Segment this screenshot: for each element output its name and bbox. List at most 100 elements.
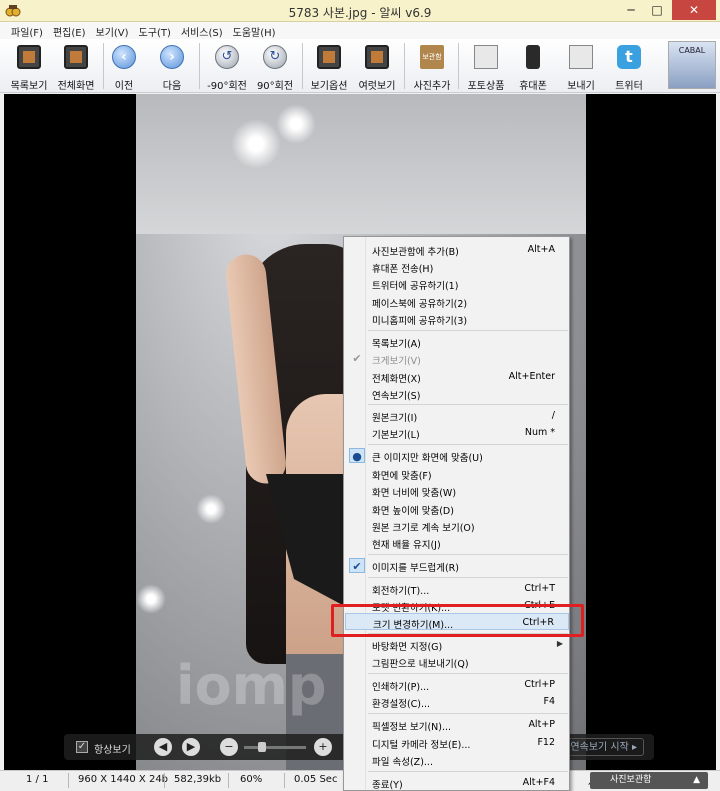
menu-item-fullscreen[interactable]: 전체화면(X) Alt+Enter <box>345 368 569 385</box>
multi-view-button[interactable]: 여럿보기 <box>352 41 402 92</box>
maximize-button[interactable]: □ <box>644 0 670 20</box>
menu-item-keep-original[interactable]: 원본 크기로 계속 보기(O) <box>345 517 569 534</box>
always-view-checkbox[interactable]: ✓ <box>76 741 88 753</box>
menu-item-share-facebook[interactable]: 페이스북에 공유하기(2) <box>345 293 569 310</box>
rotate-right-button[interactable]: ↻ 90°회전 <box>250 41 300 92</box>
rotate-right-icon: ↻ <box>263 45 287 69</box>
watermark: iomp <box>176 654 327 717</box>
twitter-button[interactable]: t 트위터 <box>604 41 654 92</box>
menu-item-fit-width[interactable]: 화면 너비에 맞춤(W) <box>345 482 569 499</box>
zoom-slider-thumb[interactable] <box>258 742 266 752</box>
send-icon <box>569 45 593 69</box>
menu-item-send-mobile[interactable]: 휴대폰 전송(H) <box>345 258 569 275</box>
menu-item-export-paint[interactable]: 그림판으로 내보내기(Q) <box>345 653 569 670</box>
status-separator <box>284 773 285 788</box>
menu-item-label: 화면에 맞춤(F) <box>372 471 432 482</box>
twitter-icon: t <box>617 45 641 69</box>
menu-item-settings[interactable]: 환경설정(C)... F4 <box>345 693 569 710</box>
menu-item-large-view: ✔ 크게보기(V) <box>345 350 569 367</box>
zoom-slider[interactable] <box>244 746 306 749</box>
menu-item-label: 페이스북에 공유하기(2) <box>372 299 468 310</box>
zoom-out-button[interactable]: − <box>220 738 238 756</box>
menu-item-share-minihompy[interactable]: 미니홈피에 공유하기(3) <box>345 310 569 327</box>
menu-item-label: 휴대폰 전송(H) <box>372 264 434 275</box>
menu-item-default-view[interactable]: 기본보기(L) Num * <box>345 424 569 441</box>
menu-item-smooth-image[interactable]: ✔ 이미지를 부드럽게(R) <box>345 557 569 574</box>
menu-item-label: 사진보관함에 추가(B) <box>372 247 459 258</box>
zoom-in-button[interactable]: + <box>314 738 332 756</box>
menu-item-shortcut: F12 <box>537 737 555 748</box>
slideshow-start-button[interactable]: 연속보기 시작 ▸ <box>563 738 644 756</box>
add-photo-button[interactable]: 보관함 사진추가 <box>407 41 457 92</box>
check-icon: ✔ <box>349 558 365 573</box>
menu-item-label: 디지털 카메라 정보(E)... <box>372 740 471 751</box>
menu-item-label: 트위터에 공유하기(1) <box>372 281 459 292</box>
menu-item-label: 원본 크기로 계속 보기(O) <box>372 523 475 534</box>
title-bar: 5783 사본.jpg - 알씨 v6.9 ─ □ ✕ <box>0 0 720 22</box>
context-menu: 사진보관함에 추가(B) Alt+A 휴대폰 전송(H) 트위터에 공유하기(1)… <box>343 236 570 791</box>
view-options-icon <box>317 45 341 69</box>
menu-item-share-twitter[interactable]: 트위터에 공유하기(1) <box>345 275 569 292</box>
file-size: 582,39kb <box>174 774 222 785</box>
menu-item-file-properties[interactable]: 파일 속성(Z)... <box>345 751 569 768</box>
menu-help[interactable]: 도움말(H) <box>228 22 281 39</box>
next-image-button[interactable]: ▶ <box>182 738 200 756</box>
photo-light <box>231 119 281 169</box>
menu-item-label: 미니홈피에 공유하기(3) <box>372 316 468 327</box>
next-button[interactable]: › 다음 <box>147 41 197 92</box>
ad-banner[interactable]: CABAL <box>668 41 716 89</box>
status-separator <box>68 773 69 788</box>
menu-item-label: 이미지를 부드럽게(R) <box>372 563 459 574</box>
menu-item-label: 원본크기(I) <box>372 413 418 424</box>
menu-item-rotate[interactable]: 회전하기(T)... Ctrl+T <box>345 580 569 597</box>
menu-separator <box>368 673 568 674</box>
status-separator <box>164 773 165 788</box>
menu-item-original-size[interactable]: 원본크기(I) / <box>345 407 569 424</box>
highlight-annotation-box <box>331 604 584 637</box>
menu-item-shortcut: / <box>551 410 555 421</box>
menu-item-fit-large-only[interactable]: ● 큰 이미지만 화면에 맞춤(U) <box>345 447 569 464</box>
menu-item-shortcut: Alt+F4 <box>522 777 555 788</box>
minimize-button[interactable]: ─ <box>618 0 644 20</box>
menu-item-label: 픽셀정보 보기(N)... <box>372 722 452 733</box>
menu-item-slideshow[interactable]: 연속보기(S) <box>345 385 569 402</box>
window-title: 5783 사본.jpg - 알씨 v6.9 <box>288 6 432 20</box>
menu-item-shortcut: Alt+Enter <box>508 371 555 382</box>
menu-item-label: 전체화면(X) <box>372 374 421 385</box>
image-dimensions: 960 X 1440 X 24b <box>78 774 169 785</box>
menu-item-fit-height[interactable]: 화면 높이에 맞춤(D) <box>345 500 569 517</box>
list-view-icon <box>17 45 41 69</box>
menu-item-label: 연속보기(S) <box>372 391 421 402</box>
menu-item-camera-info[interactable]: 디지털 카메라 정보(E)... F12 <box>345 734 569 751</box>
menu-item-fit-screen[interactable]: 화면에 맞춤(F) <box>345 465 569 482</box>
submenu-arrow-icon: ▶ <box>556 639 563 648</box>
menu-tools[interactable]: 도구(T) <box>134 22 176 39</box>
menu-item-shortcut: F4 <box>543 696 555 707</box>
photo-album-tab[interactable]: 사진보관함 ▲ <box>590 772 708 789</box>
menu-item-keep-zoom[interactable]: 현재 배율 유지(J) <box>345 534 569 551</box>
menu-view[interactable]: 보기(V) <box>91 22 134 39</box>
menu-item-pixel-info[interactable]: 픽셀정보 보기(N)... Alt+P <box>345 716 569 733</box>
menu-item-add-to-album[interactable]: 사진보관함에 추가(B) Alt+A <box>345 241 569 258</box>
rotate-left-icon: ↺ <box>215 45 239 69</box>
menu-separator <box>368 713 568 714</box>
mobile-phone-icon <box>526 45 540 69</box>
menu-item-label: 화면 높이에 맞춤(D) <box>372 506 454 517</box>
menu-item-label: 큰 이미지만 화면에 맞춤(U) <box>372 453 483 464</box>
menu-item-label: 바탕화면 지정(G) <box>372 642 443 653</box>
photo-ceiling <box>136 94 586 234</box>
menu-file[interactable]: 파일(F) <box>6 22 48 39</box>
menu-item-exit[interactable]: 종료(Y) Alt+F4 <box>345 774 569 791</box>
prev-image-button[interactable]: ◀ <box>154 738 172 756</box>
close-button[interactable]: ✕ <box>672 0 716 20</box>
rotate-right-label: 90°회전 <box>256 81 294 92</box>
menu-item-set-wallpaper[interactable]: 바탕화면 지정(G) ▶ <box>345 636 569 653</box>
menu-services[interactable]: 서비스(S) <box>176 22 228 39</box>
zoom-level: 60% <box>240 774 263 785</box>
menu-edit[interactable]: 편집(E) <box>48 22 91 39</box>
always-view-label: 항상보기 <box>94 745 131 756</box>
menu-item-list-view[interactable]: 목록보기(A) <box>345 333 569 350</box>
menu-item-shortcut: Ctrl+T <box>524 583 555 594</box>
menu-item-shortcut: Alt+P <box>528 719 555 730</box>
menu-item-print[interactable]: 인쇄하기(P)... Ctrl+P <box>345 676 569 693</box>
